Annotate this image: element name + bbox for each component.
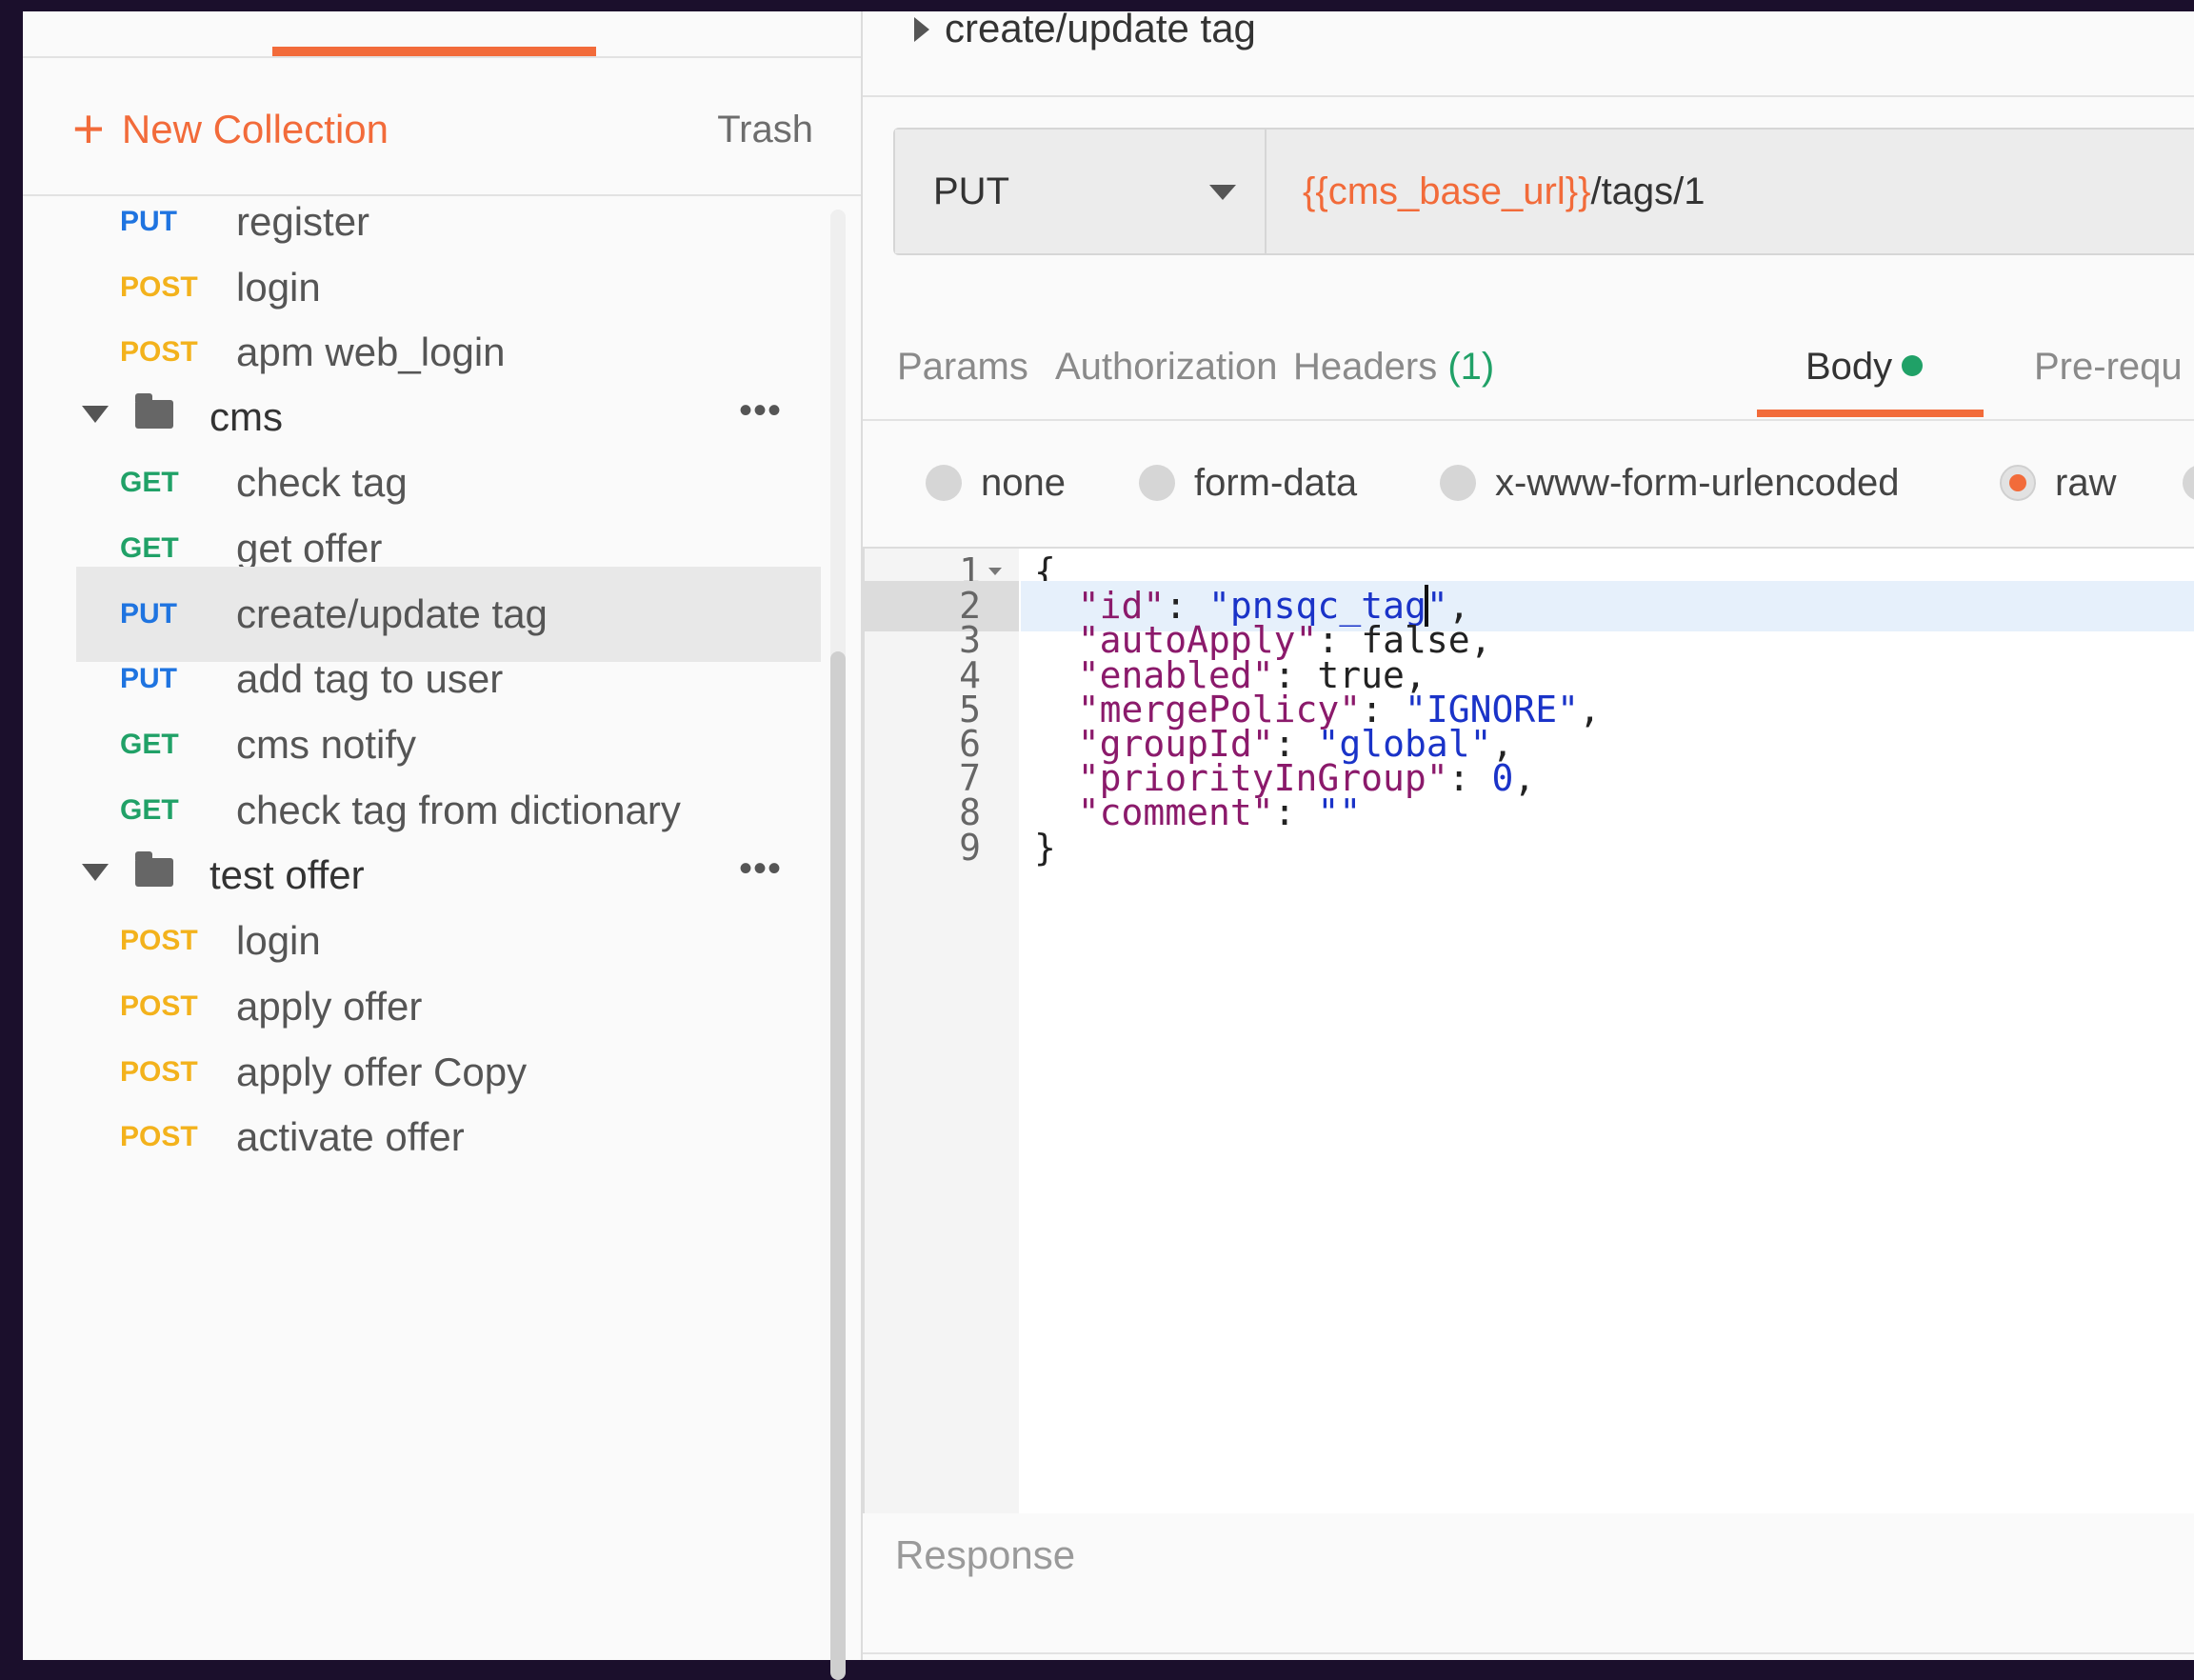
radio-icon	[1139, 465, 1175, 501]
tab-headers[interactable]: Headers (1)	[1293, 314, 1494, 419]
method-select[interactable]: PUT	[895, 130, 1267, 253]
method-value: PUT	[933, 170, 1009, 212]
response-label: Response	[895, 1532, 1076, 1577]
headers-count: (1)	[1447, 346, 1495, 388]
radio-label: raw	[2055, 461, 2117, 504]
radio-urlencoded[interactable]: x-www-form-urlencoded	[1440, 421, 1900, 545]
code-line: 9}	[865, 823, 2194, 873]
body-type-options: none form-data x-www-form-urlencoded raw	[863, 421, 2194, 545]
tab-authorization[interactable]: Authorization	[1055, 314, 1277, 419]
radio-form-data[interactable]: form-data	[1139, 421, 1357, 545]
body-editor[interactable]: 1{2 "id": "pnsqc_tag", 3 "autoApply": fal…	[863, 547, 2194, 1515]
chevron-down-icon	[1209, 185, 1236, 200]
request-title: create/update tag	[945, 11, 1256, 50]
caret-down-icon[interactable]	[82, 406, 109, 423]
folder-icon	[135, 393, 173, 429]
method-badge: POST	[120, 1121, 198, 1152]
folder-icon	[135, 851, 173, 887]
tab-params[interactable]: Params	[897, 314, 1028, 419]
code-text: }	[1034, 826, 1056, 869]
radio-label: x-www-form-urlencoded	[1495, 461, 1900, 504]
sidebar-scroll-thumb[interactable]	[830, 651, 846, 1680]
radio-binary[interactable]	[2183, 421, 2194, 545]
fold-caret-icon[interactable]	[988, 568, 1002, 575]
sidebar: + New Collection Trash PUT register POST lo…	[23, 11, 863, 1660]
sidebar-tabs	[23, 11, 861, 58]
new-collection-button[interactable]: + New Collection	[72, 98, 389, 160]
request-panel: create/update tag PUT {{cms_base_url}}/tag…	[863, 11, 2194, 1660]
url-input[interactable]: {{cms_base_url}}/tags/1	[1267, 130, 2194, 253]
radio-checked-icon	[2000, 465, 2036, 501]
url-text: {{cms_base_url}}/tags/1	[1303, 130, 1705, 253]
line-number: 9	[959, 826, 981, 869]
request-title-bar: create/update tag	[863, 11, 2194, 97]
tab-body[interactable]: Body	[1805, 314, 1924, 419]
radio-icon	[1440, 465, 1476, 501]
active-tab-indicator	[1757, 410, 1984, 417]
new-collection-label: New Collection	[121, 107, 389, 151]
radio-icon	[2183, 465, 2194, 501]
response-section: Response	[863, 1513, 2194, 1660]
tab-body-label: Body	[1805, 346, 1893, 388]
request-tabs: Params Authorization Headers (1) Body Pre-re…	[863, 314, 2194, 421]
sidebar-active-tab-indicator	[272, 47, 596, 56]
url-path: /tags/1	[1590, 170, 1705, 212]
radio-none[interactable]: none	[926, 421, 1066, 545]
request-name: activate offer	[236, 1114, 465, 1159]
radio-label: form-data	[1194, 461, 1358, 504]
tab-pre-request[interactable]: Pre-requ	[2034, 314, 2183, 419]
radio-icon	[926, 465, 962, 501]
tab-headers-label: Headers	[1293, 346, 1438, 388]
request-item[interactable]: POST activate offer	[23, 1090, 861, 1185]
radio-raw[interactable]: raw	[2000, 421, 2116, 545]
status-dot-icon	[1902, 355, 1924, 377]
url-bar: PUT {{cms_base_url}}/tags/1	[893, 128, 2194, 255]
caret-right-icon[interactable]	[914, 17, 929, 42]
plus-icon: +	[72, 98, 105, 160]
caret-down-icon[interactable]	[82, 864, 109, 881]
divider	[863, 1652, 2194, 1654]
radio-label: none	[981, 461, 1066, 504]
trash-button[interactable]: Trash	[717, 109, 813, 151]
url-variable: {{cms_base_url}}	[1303, 170, 1591, 212]
